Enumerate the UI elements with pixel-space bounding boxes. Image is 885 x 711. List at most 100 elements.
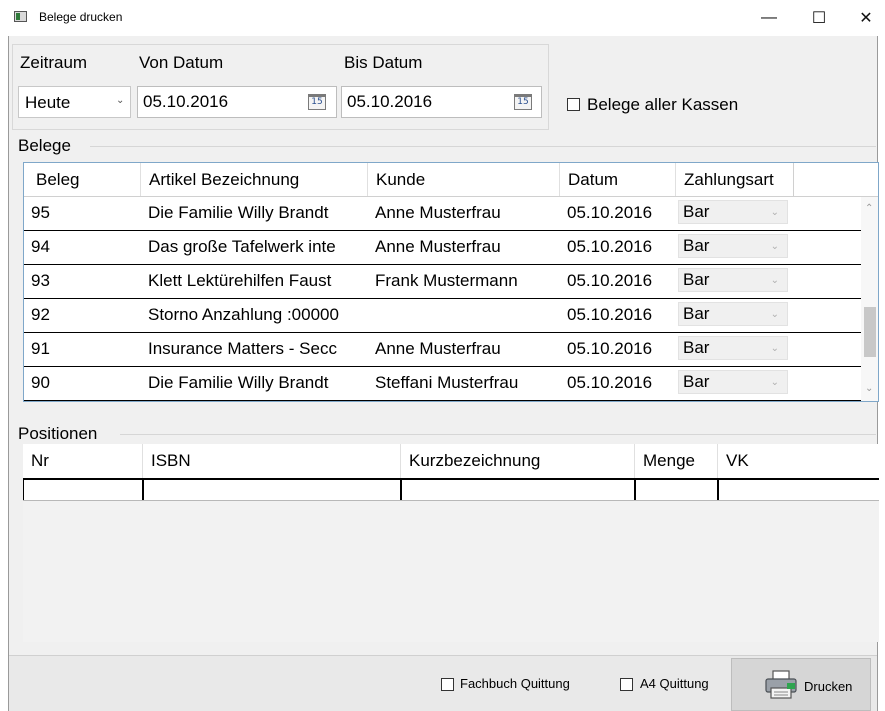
minimize-button[interactable]: — bbox=[746, 0, 792, 36]
fachbuch-quittung-checkbox[interactable] bbox=[441, 678, 454, 691]
von-datum-label: Von Datum bbox=[139, 53, 224, 72]
cell-kunde: Anne Musterfrau bbox=[375, 203, 501, 222]
table-row[interactable]: 95 Die Familie Willy Brandt Anne Musterf… bbox=[24, 197, 878, 231]
cell-artikel: Die Familie Willy Brandt bbox=[148, 203, 329, 222]
column-header-datum[interactable]: Datum bbox=[560, 163, 676, 196]
zahlungsart-select[interactable]: Bar ⌄ bbox=[678, 200, 788, 224]
zeitraum-label: Zeitraum bbox=[20, 53, 88, 72]
scroll-down-icon[interactable]: ⌄ bbox=[865, 383, 873, 394]
scroll-up-icon[interactable]: ⌃ bbox=[865, 203, 873, 214]
cell-artikel: Klett Lektürehilfen Faust bbox=[148, 271, 332, 290]
zeitraum-select[interactable]: Heute ⌄ bbox=[18, 86, 131, 118]
chevron-down-icon: ⌄ bbox=[770, 377, 779, 388]
cell-artikel: Die Familie Willy Brandt bbox=[148, 373, 329, 392]
a4-quittung-label: A4 Quittung bbox=[640, 676, 709, 691]
belege-grid-header: Beleg Artikel Bezeichnung Kunde Datum Za… bbox=[24, 163, 878, 197]
a4-quittung-checkbox[interactable] bbox=[620, 678, 633, 691]
app-icon bbox=[14, 11, 27, 22]
print-button[interactable]: Drucken bbox=[731, 658, 871, 711]
close-button[interactable]: ✕ bbox=[843, 0, 885, 36]
positionen-grid[interactable]: Nr ISBN Kurzbezeichnung Menge VK bbox=[23, 444, 879, 642]
cell-kunde: Anne Musterfrau bbox=[375, 339, 501, 358]
cell-beleg: 94 bbox=[31, 237, 50, 256]
cell-kunde bbox=[368, 299, 560, 332]
table-row[interactable]: 93 Klett Lektürehilfen Faust Frank Muste… bbox=[24, 265, 878, 299]
cell-beleg: 90 bbox=[31, 373, 50, 392]
zahlungsart-value: Bar bbox=[683, 202, 710, 221]
chevron-down-icon: ⌄ bbox=[770, 207, 779, 218]
von-datum-field[interactable]: 05.10.2016 15 bbox=[137, 86, 337, 118]
divider bbox=[400, 479, 402, 500]
table-row[interactable]: 91 Insurance Matters - Secc Anne Musterf… bbox=[24, 333, 878, 367]
belege-section-label: Belege bbox=[18, 136, 71, 155]
positionen-grid-table: Nr ISBN Kurzbezeichnung Menge VK bbox=[23, 444, 879, 501]
chevron-down-icon: ⌄ bbox=[770, 275, 779, 286]
column-header-nr[interactable]: Nr bbox=[23, 444, 143, 478]
table-row[interactable]: 90 Die Familie Willy Brandt Steffani Mus… bbox=[24, 367, 878, 401]
cell-kunde: Steffani Musterfrau bbox=[375, 373, 519, 392]
cell-datum: 05.10.2016 bbox=[567, 237, 653, 256]
scrollbar-thumb[interactable] bbox=[864, 307, 876, 357]
cell-artikel: Storno Anzahlung :00000 bbox=[148, 305, 339, 324]
cell-beleg: 93 bbox=[31, 271, 50, 290]
calendar-icon[interactable]: 15 bbox=[308, 94, 326, 110]
column-header-beleg[interactable]: Beleg bbox=[24, 163, 141, 196]
column-header-zahlungsart[interactable]: Zahlungsart bbox=[676, 163, 794, 196]
zahlungsart-select[interactable]: Bar ⌄ bbox=[678, 370, 788, 394]
vertical-scrollbar[interactable]: ⌃ ⌄ bbox=[861, 197, 878, 401]
window-title: Belege drucken bbox=[39, 10, 123, 24]
print-button-label: Drucken bbox=[804, 679, 853, 694]
divider bbox=[717, 479, 719, 500]
column-header-kurzbezeichnung[interactable]: Kurzbezeichnung bbox=[401, 444, 635, 478]
von-datum-value: 05.10.2016 bbox=[143, 92, 229, 111]
column-header-artikel[interactable]: Artikel Bezeichnung bbox=[141, 163, 368, 196]
divider bbox=[142, 479, 144, 500]
zahlungsart-select[interactable]: Bar ⌄ bbox=[678, 234, 788, 258]
zahlungsart-select[interactable]: Bar ⌄ bbox=[678, 336, 788, 360]
zeitraum-select-value: Heute bbox=[25, 93, 71, 112]
cell-kunde: Frank Mustermann bbox=[375, 271, 518, 290]
column-header-menge[interactable]: Menge bbox=[635, 444, 718, 478]
bis-datum-label: Bis Datum bbox=[344, 53, 423, 72]
cell-datum: 05.10.2016 bbox=[567, 373, 653, 392]
chevron-down-icon: ⌄ bbox=[770, 309, 779, 320]
zahlungsart-value: Bar bbox=[683, 236, 710, 255]
cell-beleg: 95 bbox=[31, 203, 50, 222]
cell-kunde: Anne Musterfrau bbox=[375, 237, 501, 256]
chevron-down-icon: ⌄ bbox=[770, 343, 779, 354]
column-header-kunde[interactable]: Kunde bbox=[368, 163, 560, 196]
column-header-vk[interactable]: VK bbox=[718, 444, 879, 478]
zahlungsart-select[interactable]: Bar ⌄ bbox=[678, 302, 788, 326]
table-row[interactable]: 92 Storno Anzahlung :00000 05.10.2016 Ba… bbox=[24, 299, 878, 333]
all-registers-label: Belege aller Kassen bbox=[587, 95, 739, 114]
chevron-down-icon: ⌄ bbox=[770, 241, 779, 252]
cell-datum: 05.10.2016 bbox=[567, 339, 653, 358]
cell-beleg: 92 bbox=[31, 305, 50, 324]
cell-artikel: Insurance Matters - Secc bbox=[148, 339, 337, 358]
belege-grid[interactable]: Beleg Artikel Bezeichnung Kunde Datum Za… bbox=[23, 162, 879, 402]
zahlungsart-value: Bar bbox=[683, 338, 710, 357]
calendar-icon[interactable]: 15 bbox=[514, 94, 532, 110]
column-header-isbn[interactable]: ISBN bbox=[143, 444, 401, 478]
zahlungsart-select[interactable]: Bar ⌄ bbox=[678, 268, 788, 292]
all-registers-checkbox[interactable] bbox=[567, 98, 580, 111]
table-row[interactable] bbox=[23, 479, 879, 500]
bis-datum-field[interactable]: 05.10.2016 15 bbox=[341, 86, 542, 118]
divider bbox=[90, 146, 876, 147]
divider bbox=[634, 479, 636, 500]
divider bbox=[120, 434, 876, 435]
cell-beleg: 91 bbox=[31, 339, 50, 358]
positionen-section-label: Positionen bbox=[18, 424, 98, 443]
fachbuch-quittung-label: Fachbuch Quittung bbox=[460, 676, 570, 691]
zahlungsart-value: Bar bbox=[683, 270, 710, 289]
cell-artikel: Das große Tafelwerk inte bbox=[148, 237, 336, 256]
maximize-button[interactable]: ☐ bbox=[796, 0, 842, 36]
table-row[interactable]: 94 Das große Tafelwerk inte Anne Musterf… bbox=[24, 231, 878, 265]
chevron-down-icon: ⌄ bbox=[116, 95, 125, 106]
cell-datum: 05.10.2016 bbox=[567, 305, 653, 324]
title-bar: Belege drucken — ☐ ✕ bbox=[0, 0, 885, 36]
printer-icon bbox=[765, 670, 797, 699]
cell-datum: 05.10.2016 bbox=[567, 203, 653, 222]
cell-datum: 05.10.2016 bbox=[567, 271, 653, 290]
zahlungsart-value: Bar bbox=[683, 304, 710, 323]
